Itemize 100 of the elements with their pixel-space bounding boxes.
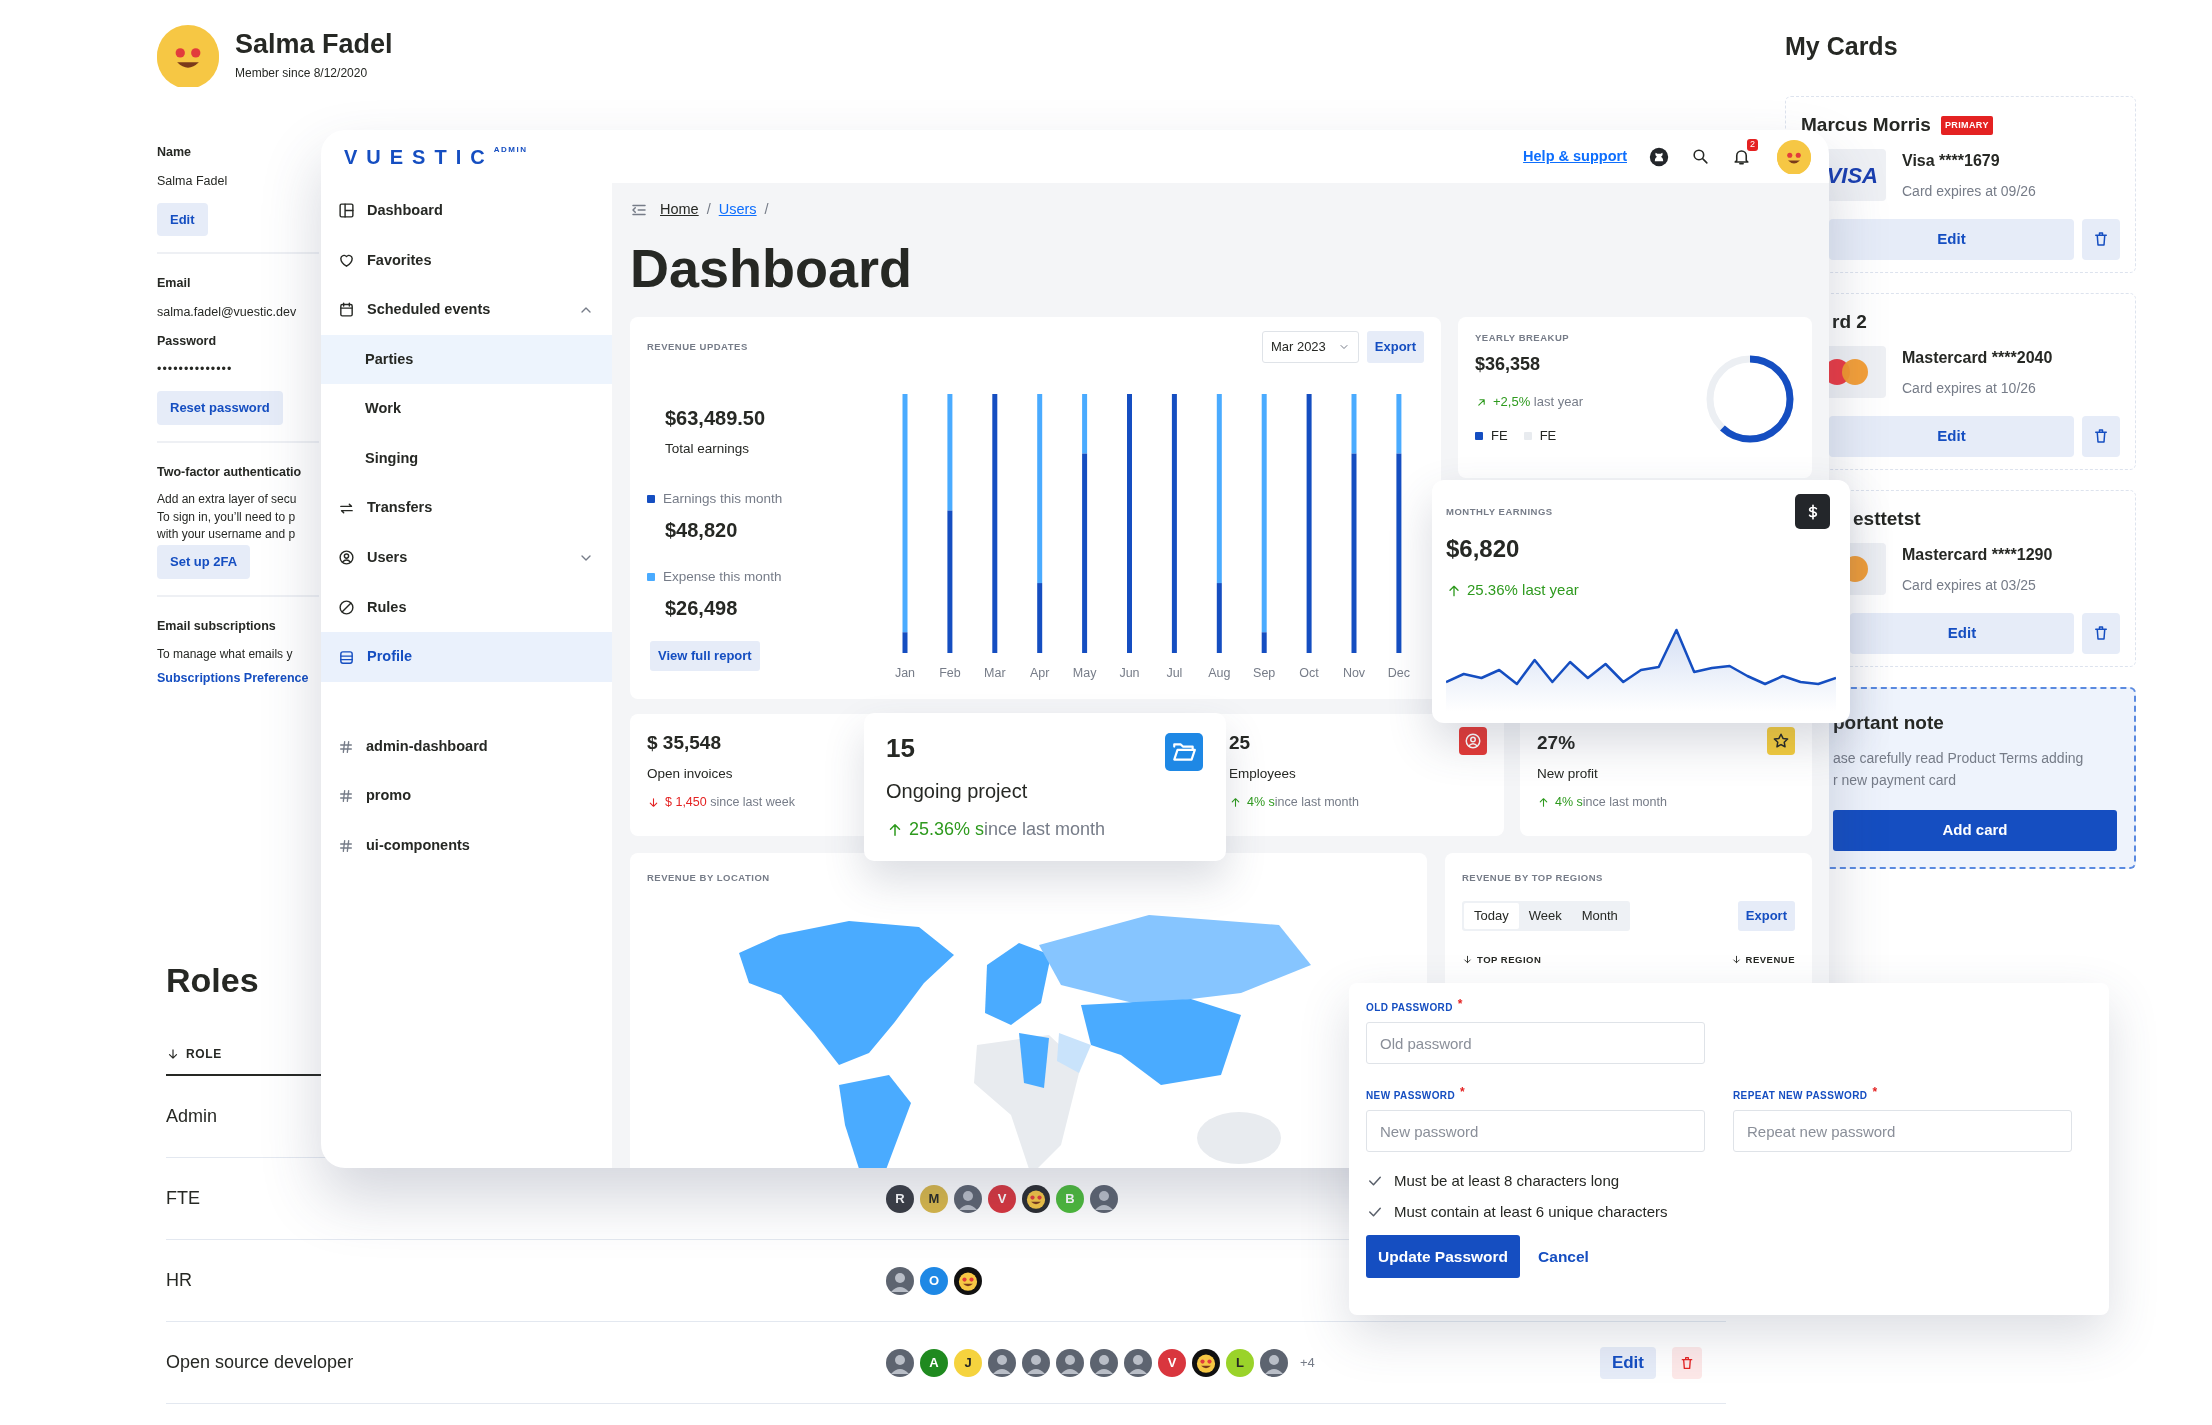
trend-arrow-icon [1537,795,1550,809]
channel-item[interactable]: promo [321,771,612,822]
breadcrumb-link[interactable]: Users [718,199,757,221]
field-label: REPEAT NEW PASSWORD [1733,1089,1868,1103]
hash-icon [338,837,354,854]
export-button[interactable]: Export [1366,331,1424,363]
month-select[interactable]: Mar 2023 [1261,331,1359,363]
sidebar-item[interactable]: Dashboard [321,186,612,236]
channel-item[interactable]: ui-components [321,821,612,871]
amount-value: $48,820 [664,518,739,543]
breadcrumb-link[interactable]: Home [660,199,699,221]
change-text: $ 1,450 since last week [665,793,795,811]
stat-value: $ 35,548 [647,731,721,755]
sort-arrow-icon [1462,954,1473,966]
avatar: V [988,1184,1016,1213]
password-field[interactable]: New password [1366,1110,1705,1152]
field-label: Password [157,332,218,350]
column-header[interactable]: REVENUE [1730,952,1795,967]
avatar: M [920,1184,948,1213]
period-tab[interactable]: Month [1571,903,1628,929]
yearly-value: $36,358 [1475,353,1542,377]
axis-label: Mar [984,665,1006,680]
smiley-avatar [1192,1348,1220,1377]
action-button[interactable]: Edit [157,202,208,236]
user-icon [1464,732,1482,750]
description-text: To manage what emails y [157,645,294,663]
add-card-button[interactable]: Add card [1833,809,2117,851]
update-password-button[interactable]: Update Password [1366,1235,1521,1279]
channel-item[interactable]: admin-dashboard [321,721,612,772]
column-header[interactable]: TOP REGION [1462,952,1542,967]
edit-button[interactable]: Edit [1599,1346,1656,1379]
trash-icon [2092,230,2110,248]
legend-label: FE [1491,426,1508,445]
avatar: L [1226,1348,1254,1377]
amount-value: $26,498 [664,596,739,622]
description-text: with your username and p [157,526,297,544]
trash-icon [2092,624,2110,642]
cancel-button[interactable]: Cancel [1528,1245,1599,1269]
total-label: Total earnings [664,439,751,458]
user-avatar [1777,139,1811,174]
field-label: NEW PASSWORD [1366,1089,1456,1103]
stat-value: 27% [1537,731,1576,755]
axis-label: Apr [1029,665,1050,680]
stat-label: Open invoices [647,764,733,783]
card-number: Mastercard ****1290 [1902,544,2053,565]
avatar: V [1158,1348,1186,1377]
note-text: ase carefully read Product Terms adding r new payment card [1833,749,2085,791]
help-link[interactable]: Help & support [1523,145,1627,168]
legend-label: Earnings this month [663,489,783,508]
period-tab[interactable]: Today [1464,903,1519,929]
sidebar-subitem[interactable]: Parties [321,334,612,385]
role-name: FTE [166,1187,201,1210]
export-button[interactable]: Export [1737,901,1795,931]
sidebar-item[interactable]: Scheduled events [321,285,612,335]
card-title: REVENUE BY LOCATION [647,871,771,885]
delete-button[interactable] [2082,218,2120,260]
sidebar-subitem[interactable]: Singing [321,433,612,484]
sidebar-item[interactable]: Favorites [321,235,612,286]
sidebar-item[interactable]: Profile [321,632,612,682]
action-button[interactable]: Reset password [157,391,283,425]
sidebar-item[interactable]: Users [321,533,612,583]
edit-button[interactable]: Edit [1829,218,2074,260]
axis-label: Nov [1342,665,1366,680]
edit-button[interactable]: Edit [1829,415,2074,457]
avatar [1260,1348,1288,1377]
edit-button[interactable]: Edit [1850,612,2074,654]
hash-icon [338,788,354,805]
card-holder: esttetst [1853,507,1921,532]
axis-label: May [1072,665,1097,680]
change-text: 25.36% since last month [909,818,1106,841]
action-button[interactable]: Set up 2FA [157,545,251,579]
notification-badge: 2 [1747,139,1758,151]
delete-button[interactable] [2082,415,2120,457]
user-avatar [157,25,219,87]
sidebar-subitem[interactable]: Work [321,384,612,434]
page-title: Dashboard [630,241,914,295]
sidebar-item[interactable]: Transfers [321,483,612,534]
user-name: Salma Fadel [235,30,393,60]
avatar [886,1348,914,1377]
member-since: Member since 8/12/2020 [235,64,369,82]
sidebar-item[interactable]: Rules [321,582,612,633]
field-value: salma.fadel@vuestic.dev [157,303,298,321]
delete-button[interactable] [1672,1346,1702,1379]
card-holder: Marcus Morris [1801,113,1931,138]
card-title: REVENUE BY TOP REGIONS [1462,871,1604,885]
stat-label: Employees [1229,764,1296,783]
subscriptions-link[interactable]: Subscriptions Preference [157,669,309,688]
smiley-avatar [1022,1184,1050,1213]
legend-label: FE [1539,426,1557,445]
period-tab[interactable]: Week [1518,903,1572,929]
password-field[interactable]: Repeat new password [1733,1110,2072,1152]
terms-link[interactable]: Product Terms [1947,750,2038,766]
password-field[interactable]: Old password [1366,1022,1705,1064]
card-expiry: Card expires at 09/26 [1902,181,2036,201]
avatar [1124,1348,1152,1377]
view-report-button[interactable]: View full report [650,641,760,671]
role-name: Open source developer [166,1351,355,1374]
delete-button[interactable] [2082,612,2120,654]
logo: VUESTIC [344,144,494,170]
card-title: MONTHLY EARNINGS [1446,505,1553,519]
